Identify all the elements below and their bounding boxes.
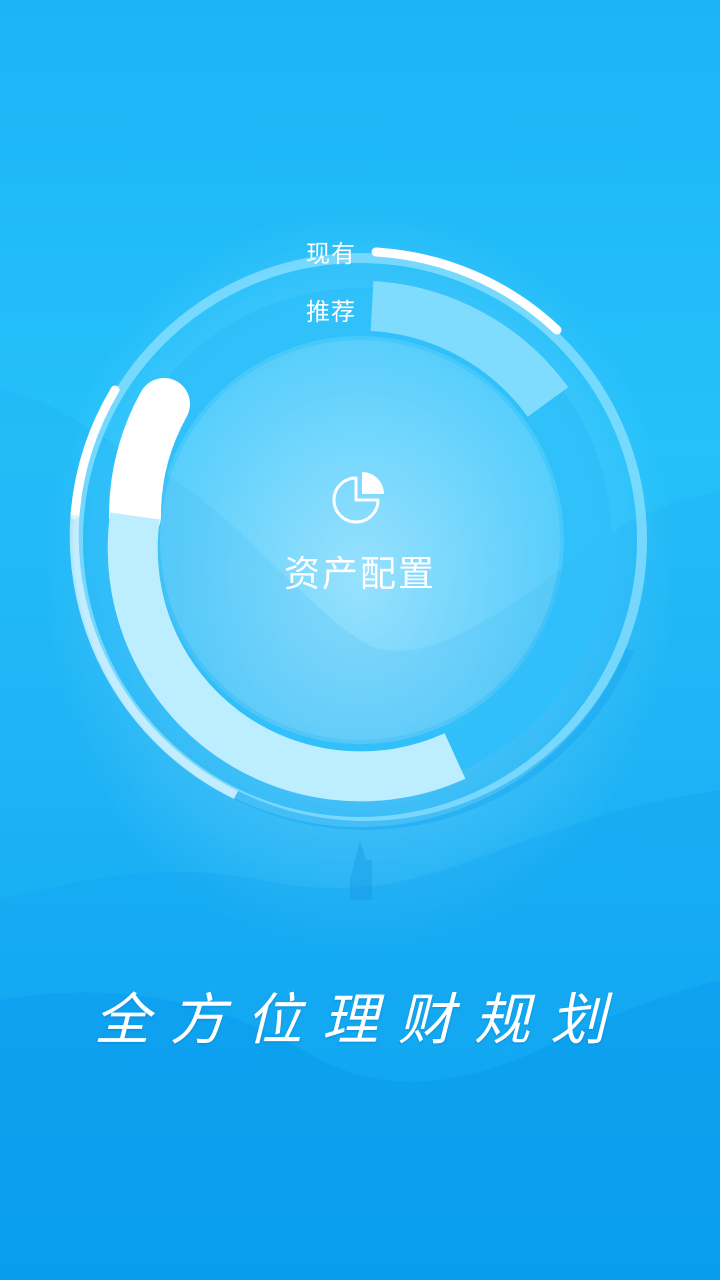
slogan-text: 全方位理财规划	[94, 988, 626, 1053]
asset-allocation-ring-chart	[69, 247, 647, 830]
asset-allocation-title: 资产配置	[283, 554, 436, 595]
legend-recommended-label: 推荐	[306, 298, 356, 326]
recommended-segment-left	[108, 378, 190, 542]
pie-chart-icon	[332, 472, 384, 524]
inner-disc	[160, 340, 560, 740]
legend-current-label: 现有	[306, 240, 356, 268]
